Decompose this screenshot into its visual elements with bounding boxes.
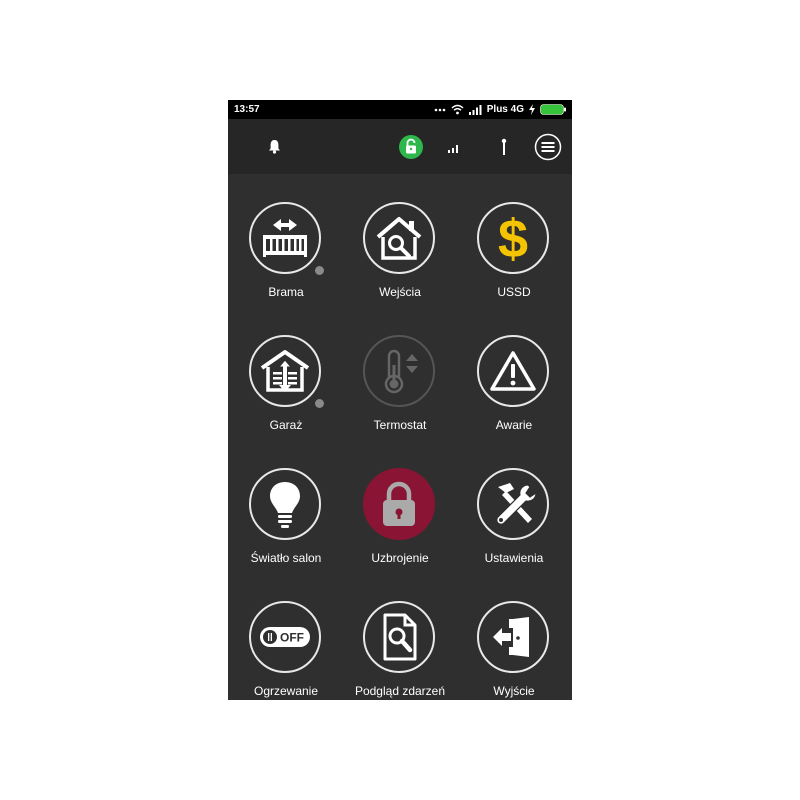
- toggle-text: OFF: [280, 631, 304, 645]
- lightbulb-icon: [270, 482, 300, 528]
- tile-ussd-button[interactable]: $: [477, 202, 549, 274]
- signal-strength-icon[interactable]: [444, 119, 464, 174]
- tile-uzbrojenie-button[interactable]: [363, 468, 435, 540]
- tile-uzbrojenie[interactable]: Uzbrojenie: [343, 440, 457, 570]
- house-search-icon: [376, 217, 422, 260]
- tile-label: Termostat: [373, 418, 427, 432]
- tile-termostat[interactable]: Termostat: [343, 307, 457, 437]
- tile-label: Uzbrojenie: [371, 551, 429, 565]
- tile-brama[interactable]: Brama: [229, 174, 343, 304]
- svg-text:$: $: [498, 212, 528, 264]
- tile-podglad-zdarzen-button[interactable]: [363, 601, 435, 673]
- tile-termostat-button[interactable]: [363, 335, 435, 407]
- tile-wyjscie[interactable]: Wyjście: [457, 573, 571, 700]
- tile-label: Ustawienia: [484, 551, 544, 565]
- tile-label: USSD: [497, 285, 531, 299]
- tile-swiatlo-salon-button[interactable]: [249, 468, 321, 540]
- tile-brama-button[interactable]: [249, 202, 321, 274]
- lock-status-icon[interactable]: [398, 119, 424, 174]
- charging-icon: [529, 104, 535, 115]
- status-carrier: Plus 4G: [486, 104, 524, 115]
- status-time: 13:57: [234, 104, 260, 115]
- padlock-icon: [383, 481, 415, 526]
- tools-icon: [496, 483, 537, 525]
- tile-ustawienia[interactable]: Ustawienia: [457, 440, 571, 570]
- document-search-icon: [383, 613, 417, 661]
- dots-icon: [434, 108, 446, 111]
- tile-awarie[interactable]: Awarie: [457, 307, 571, 437]
- antenna-icon[interactable]: [494, 119, 514, 174]
- tile-label: Światło salon: [250, 551, 322, 565]
- app-bar: [228, 119, 572, 174]
- tile-wejscia[interactable]: Wejścia: [343, 174, 457, 304]
- bell-icon[interactable]: [263, 119, 285, 174]
- tile-ogrzewanie-button[interactable]: OFF: [249, 601, 321, 673]
- tile-label: Wejścia: [379, 285, 421, 299]
- tile-podglad-zdarzen[interactable]: Podgląd zdarzeń: [343, 573, 457, 700]
- wifi-icon: [451, 104, 464, 115]
- phone-screen: 13:57 Plus 4G Brama Wejścia $ USSD Garaż…: [228, 100, 572, 700]
- toggle-off-icon: OFF: [260, 627, 310, 647]
- gate-icon: [263, 219, 307, 257]
- tile-wejscia-button[interactable]: [363, 202, 435, 274]
- tile-label: Podgląd zdarzeń: [354, 684, 446, 698]
- tile-garaz-button[interactable]: [249, 335, 321, 407]
- garage-icon: [260, 350, 310, 392]
- tiles-grid: Brama Wejścia $ USSD Garaż Termostat Awa…: [228, 174, 572, 700]
- exit-door-icon: [493, 617, 529, 657]
- tile-garaz[interactable]: Garaż: [229, 307, 343, 437]
- tile-label: Garaż: [269, 418, 303, 432]
- tile-ussd[interactable]: $ USSD: [457, 174, 571, 304]
- warning-icon: [490, 351, 536, 391]
- status-icons: Plus 4G: [434, 102, 566, 117]
- status-bar: 13:57 Plus 4G: [228, 100, 572, 119]
- tile-ogrzewanie[interactable]: OFF Ogrzewanie: [229, 573, 343, 700]
- tile-label: Brama: [268, 285, 304, 299]
- menu-icon[interactable]: [533, 119, 563, 174]
- tile-label: Awarie: [495, 418, 533, 432]
- status-indicator: [315, 399, 324, 408]
- status-indicator: [315, 266, 324, 275]
- battery-icon: [540, 104, 566, 115]
- tile-wyjscie-button[interactable]: [477, 601, 549, 673]
- tile-swiatlo-salon[interactable]: Światło salon: [229, 440, 343, 570]
- dollar-icon: $: [498, 212, 528, 264]
- signal-icon: [468, 104, 482, 115]
- tile-awarie-button[interactable]: [477, 335, 549, 407]
- tile-ustawienia-button[interactable]: [477, 468, 549, 540]
- thermostat-icon: [384, 349, 418, 394]
- tile-label: Wyjście: [493, 684, 535, 698]
- tile-label: Ogrzewanie: [253, 684, 319, 698]
